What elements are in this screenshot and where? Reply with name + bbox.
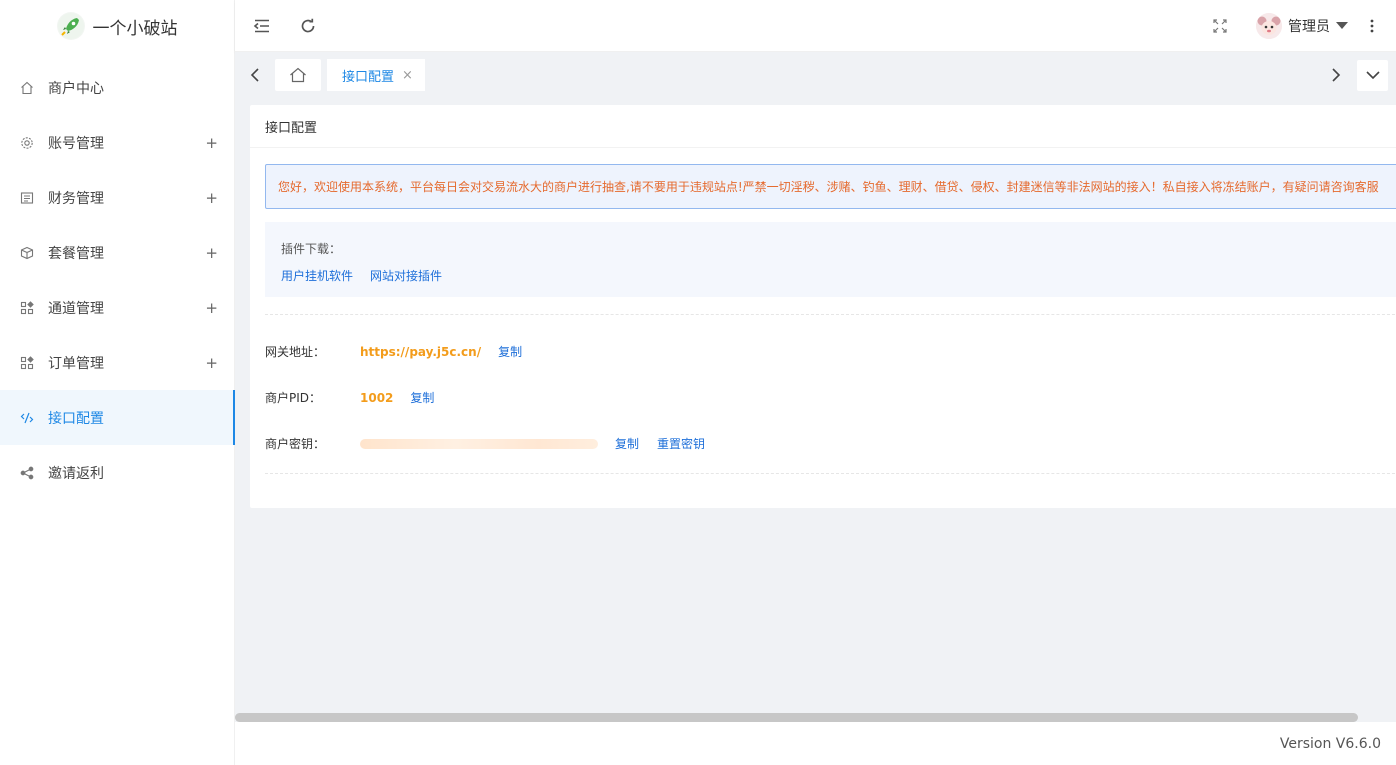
- plugin-link-site-plugin[interactable]: 网站对接插件: [370, 267, 442, 284]
- more-vertical-icon[interactable]: [1360, 14, 1384, 38]
- horizontal-scrollbar[interactable]: [235, 713, 1358, 722]
- user-name: 管理员: [1288, 19, 1330, 35]
- sidebar-item-label: 商户中心: [48, 80, 104, 97]
- home-icon: [20, 81, 34, 95]
- divider: [265, 473, 1396, 474]
- sidebar-item-label: 接口配置: [48, 410, 104, 427]
- logo[interactable]: 一个小破站: [0, 0, 234, 52]
- api-icon: [20, 411, 34, 425]
- expand-plus-icon[interactable]: +: [205, 134, 218, 152]
- main-content: 接口配置 × 接口配置 您好，欢迎使用本系统，平台每日会对交易流水大的商户进行抽…: [235, 52, 1396, 722]
- grid-icon: [20, 355, 34, 370]
- sidebar: 一个小破站 商户中心 账号管理 + 财务管理 + 套餐管理 + 通道管理 + 订…: [0, 0, 235, 765]
- refresh-icon[interactable]: [296, 14, 320, 38]
- gateway-value: https://pay.j5c.cn/: [360, 344, 482, 359]
- gateway-label: 网关地址：: [265, 345, 326, 359]
- expand-plus-icon[interactable]: +: [205, 354, 218, 372]
- sidebar-menu: 商户中心 账号管理 + 财务管理 + 套餐管理 + 通道管理 + 订单管理 + …: [0, 60, 235, 500]
- gear-icon: [20, 136, 34, 150]
- tab-label: 接口配置: [342, 69, 395, 85]
- secret-row: 商户密钥： 复制 重置密钥: [265, 435, 705, 452]
- secret-value-redacted: [360, 438, 598, 449]
- sidebar-item-label: 账号管理: [48, 135, 104, 152]
- notice-banner: 您好，欢迎使用本系统，平台每日会对交易流水大的商户进行抽查,请不要用于违规站点!…: [265, 164, 1396, 209]
- card-title: 接口配置: [250, 105, 1396, 148]
- sidebar-item-package[interactable]: 套餐管理 +: [0, 225, 234, 280]
- sidebar-item-label: 通道管理: [48, 300, 104, 317]
- plugin-download-panel: 插件下载： 用户挂机软件 网站对接插件: [265, 222, 1396, 297]
- pid-row: 商户PID： 1002 复制: [265, 389, 434, 406]
- tab-scroll-right-icon[interactable]: [1322, 60, 1350, 90]
- sidebar-item-api-config[interactable]: 接口配置: [0, 390, 235, 445]
- sidebar-item-merchant-center[interactable]: 商户中心: [0, 60, 234, 115]
- sidebar-item-account[interactable]: 账号管理 +: [0, 115, 234, 170]
- plugin-link-user-software[interactable]: 用户挂机软件: [281, 267, 353, 284]
- reset-secret-button[interactable]: 重置密钥: [657, 435, 705, 452]
- divider: [265, 314, 1396, 315]
- tab-api-config[interactable]: 接口配置 ×: [327, 59, 425, 91]
- user-menu[interactable]: 管理员: [1256, 13, 1348, 39]
- sidebar-item-label: 财务管理: [48, 190, 104, 207]
- grid-icon: [20, 300, 34, 315]
- finance-icon: [20, 191, 34, 205]
- rocket-logo-icon: [56, 12, 85, 40]
- pid-value: 1002: [360, 390, 394, 405]
- plugin-title: 插件下载：: [281, 242, 342, 256]
- avatar: [1256, 13, 1282, 39]
- api-config-card: 接口配置 您好，欢迎使用本系统，平台每日会对交易流水大的商户进行抽查,请不要用于…: [250, 105, 1396, 508]
- copy-gateway-button[interactable]: 复制: [498, 343, 522, 360]
- expand-plus-icon[interactable]: +: [205, 299, 218, 317]
- sidebar-item-label: 邀请返利: [48, 465, 104, 482]
- secret-label: 商户密钥：: [265, 437, 326, 451]
- share-icon: [20, 466, 34, 480]
- app-title: 一个小破站: [92, 18, 178, 39]
- tab-home[interactable]: [275, 59, 321, 91]
- top-header: 管理员: [235, 0, 1396, 52]
- close-icon[interactable]: ×: [402, 68, 413, 83]
- sidebar-item-order[interactable]: 订单管理 +: [0, 335, 234, 390]
- chevron-down-icon: [1365, 71, 1380, 80]
- version-text: Version V6.6.0: [1279, 735, 1381, 752]
- sidebar-item-finance[interactable]: 财务管理 +: [0, 170, 234, 225]
- gateway-row: 网关地址： https://pay.j5c.cn/ 复制: [265, 343, 522, 360]
- pid-label: 商户PID：: [265, 391, 322, 405]
- sidebar-item-label: 套餐管理: [48, 245, 104, 262]
- fullscreen-icon[interactable]: [1208, 14, 1232, 38]
- menu-fold-icon[interactable]: [250, 14, 274, 38]
- expand-plus-icon[interactable]: +: [205, 244, 218, 262]
- tab-dropdown-button[interactable]: [1357, 60, 1388, 91]
- tab-scroll-left-icon[interactable]: [241, 60, 269, 90]
- home-icon: [290, 67, 306, 83]
- caret-down-icon: [1336, 19, 1348, 34]
- copy-secret-button[interactable]: 复制: [615, 435, 639, 452]
- sidebar-item-invite[interactable]: 邀请返利: [0, 445, 234, 500]
- expand-plus-icon[interactable]: +: [205, 189, 218, 207]
- sidebar-item-channel[interactable]: 通道管理 +: [0, 280, 234, 335]
- tabs-bar: 接口配置 ×: [235, 52, 1396, 98]
- sidebar-item-label: 订单管理: [48, 355, 104, 372]
- copy-pid-button[interactable]: 复制: [410, 389, 434, 406]
- footer: Version V6.6.0: [235, 722, 1396, 765]
- package-icon: [20, 246, 34, 260]
